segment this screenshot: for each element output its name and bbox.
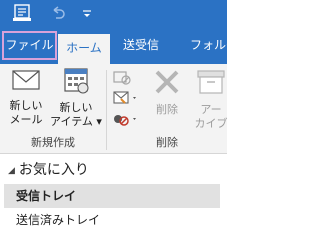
folder-pane: ◢ お気に入り 受信トレイ 送信済みトレイ bbox=[0, 155, 227, 239]
clean-up-icon[interactable] bbox=[112, 89, 140, 107]
new-items-label-line2: アイテム ▾ bbox=[50, 115, 102, 128]
favorites-label: お気に入り bbox=[18, 162, 89, 178]
favorites-header[interactable]: ◢ お気に入り bbox=[8, 159, 89, 181]
send-receive-all-folders-icon[interactable] bbox=[12, 3, 32, 23]
delete-x-icon bbox=[147, 68, 187, 100]
customize-toolbar-icon[interactable] bbox=[80, 6, 94, 20]
archive-label-line2: カイブ bbox=[194, 117, 228, 130]
new-mail-label-line2: メール bbox=[9, 113, 43, 126]
title-bar bbox=[0, 0, 227, 27]
ignore-icon[interactable] bbox=[112, 68, 132, 86]
new-mail-icon bbox=[4, 68, 48, 96]
undo-icon[interactable] bbox=[50, 5, 66, 21]
ribbon-group-new-label: 新規作成 bbox=[31, 136, 75, 149]
archive-label-line1: アー bbox=[200, 103, 222, 116]
new-items-label-line1: 新しい bbox=[59, 101, 93, 114]
tab-folder[interactable]: フォルダ bbox=[172, 31, 238, 60]
collapse-triangle-icon[interactable]: ◢ bbox=[8, 160, 15, 182]
ribbon-group-new: 新しい メール 新しい アイテム ▾ 新規作成 bbox=[0, 64, 106, 154]
new-mail-button[interactable]: 新しい メール bbox=[4, 66, 48, 132]
tab-home[interactable]: ホーム bbox=[58, 34, 110, 64]
new-items-icon bbox=[50, 68, 102, 98]
folder-item-inbox[interactable]: 受信トレイ bbox=[4, 184, 220, 208]
delete-label: 削除 bbox=[156, 103, 178, 116]
ribbon-group-delete: 削除 アー カイブ 削除 bbox=[107, 64, 228, 154]
delete-button[interactable]: 削除 bbox=[147, 66, 187, 132]
junk-icon[interactable] bbox=[112, 110, 140, 128]
tab-send-receive[interactable]: 送受信 bbox=[116, 31, 166, 60]
archive-button[interactable]: アー カイブ bbox=[191, 66, 231, 132]
archive-box-icon bbox=[191, 68, 231, 100]
new-mail-label-line1: 新しい bbox=[9, 99, 43, 112]
tab-file[interactable]: ファイル bbox=[2, 31, 57, 60]
new-items-button[interactable]: 新しい アイテム ▾ bbox=[50, 66, 102, 132]
folder-item-sent-items[interactable]: 送信済みトレイ bbox=[4, 208, 220, 232]
ribbon: 新しい メール 新しい アイテム ▾ 新規作成 削除 アー カイブ 削除 bbox=[0, 64, 228, 154]
ribbon-group-delete-label: 削除 bbox=[156, 136, 178, 149]
ribbon-tab-row: ファイル ホーム 送受信 フォルダ bbox=[0, 27, 238, 64]
